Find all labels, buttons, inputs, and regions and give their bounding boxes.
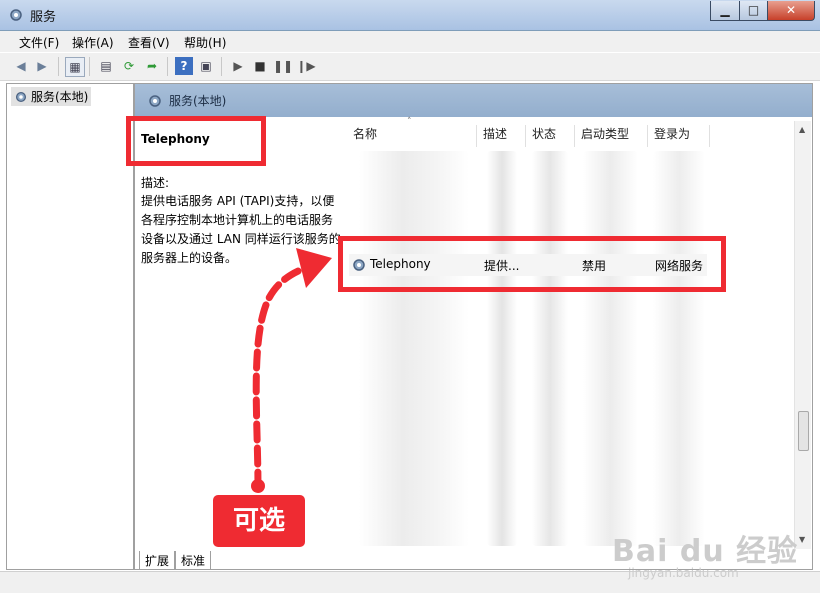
optional-callout: 可选 [213,495,305,547]
watermark-url: jingyan.baidu.com [628,566,739,580]
baidu-watermark: Bai du 经验 [612,526,798,570]
annotation-arrow [251,248,332,493]
watermark-brand: Bai du 经验 [612,534,799,569]
